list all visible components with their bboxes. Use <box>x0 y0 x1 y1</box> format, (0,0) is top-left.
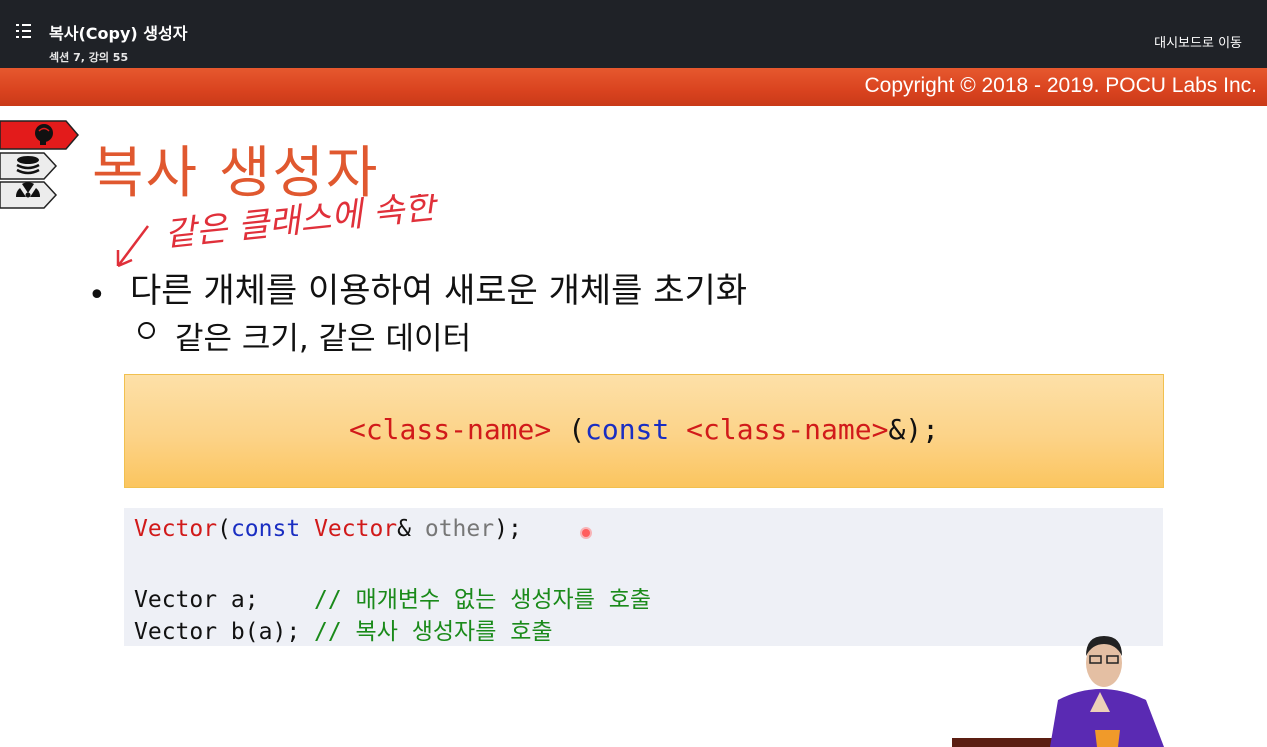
code-token: ( <box>217 516 231 542</box>
code-comment: // 복사 생성자를 호출 <box>314 619 553 645</box>
syntax-ref-close: &); <box>888 413 940 446</box>
side-tab-brain <box>0 119 82 151</box>
code-line-1: Vector(const Vector& other); <box>134 516 522 542</box>
slide-banner: Copyright © 2018 - 2019. POCU Labs Inc. <box>0 68 1267 106</box>
syntax-param-class-name: <class-name> <box>686 413 889 446</box>
annotation-text: 같은 클래스에 속한 <box>163 194 441 255</box>
handwritten-annotation: 같은 클래스에 속한 <box>116 194 441 268</box>
copy-constructor-syntax: <class-name> (const <class-name>&); <box>125 413 1163 446</box>
curriculum-list-icon[interactable] <box>16 24 32 38</box>
code-token: Vector <box>134 516 218 542</box>
code-param: other <box>424 516 495 542</box>
side-tab-radiation <box>0 180 60 210</box>
top-bar: 복사(Copy) 생성자 섹션 7, 강의 55 대시보드로 이동 <box>0 0 1267 68</box>
sub-bullet-marker <box>138 322 155 339</box>
syntax-box: <class-name> (const <class-name>&); <box>124 374 1164 488</box>
code-token: Vector <box>314 516 398 542</box>
lecture-title: 복사(Copy) 생성자 <box>49 24 188 43</box>
code-token: & <box>397 516 425 542</box>
presenter-video <box>952 636 1164 747</box>
go-to-dashboard-link[interactable]: 대시보드로 이동 <box>1154 32 1242 51</box>
code-block: Vector(const Vector& other); Vector a; /… <box>124 508 1163 646</box>
sub-bullet-text: 같은 크기, 같은 데이터 <box>175 321 472 357</box>
syntax-class-name: <class-name> <box>348 413 552 446</box>
syntax-paren: ( <box>551 413 585 446</box>
copyright-text: Copyright © 2018 - 2019. POCU Labs Inc. <box>864 74 1257 97</box>
code-token: Vector b(a); <box>134 619 315 645</box>
syntax-space <box>669 413 686 446</box>
lecture-subtitle: 섹션 7, 강의 55 <box>49 51 129 64</box>
bullet-text: 다른 개체를 이용하여 새로운 개체를 초기화 <box>130 271 748 311</box>
syntax-const-keyword: const <box>584 413 670 446</box>
code-token: Vector a; <box>134 587 315 613</box>
bullet-marker: • <box>88 278 106 313</box>
code-keyword: const <box>230 516 301 542</box>
side-tab-layers <box>0 151 60 181</box>
code-comment: // 매개변수 없는 생성자를 호출 <box>314 587 652 613</box>
code-line-4: Vector b(a); // 복사 생성자를 호출 <box>134 612 553 646</box>
laser-pointer <box>582 529 590 537</box>
code-token: ); <box>494 516 522 542</box>
code-line-3: Vector a; // 매개변수 없는 생성자를 호출 <box>134 580 651 614</box>
